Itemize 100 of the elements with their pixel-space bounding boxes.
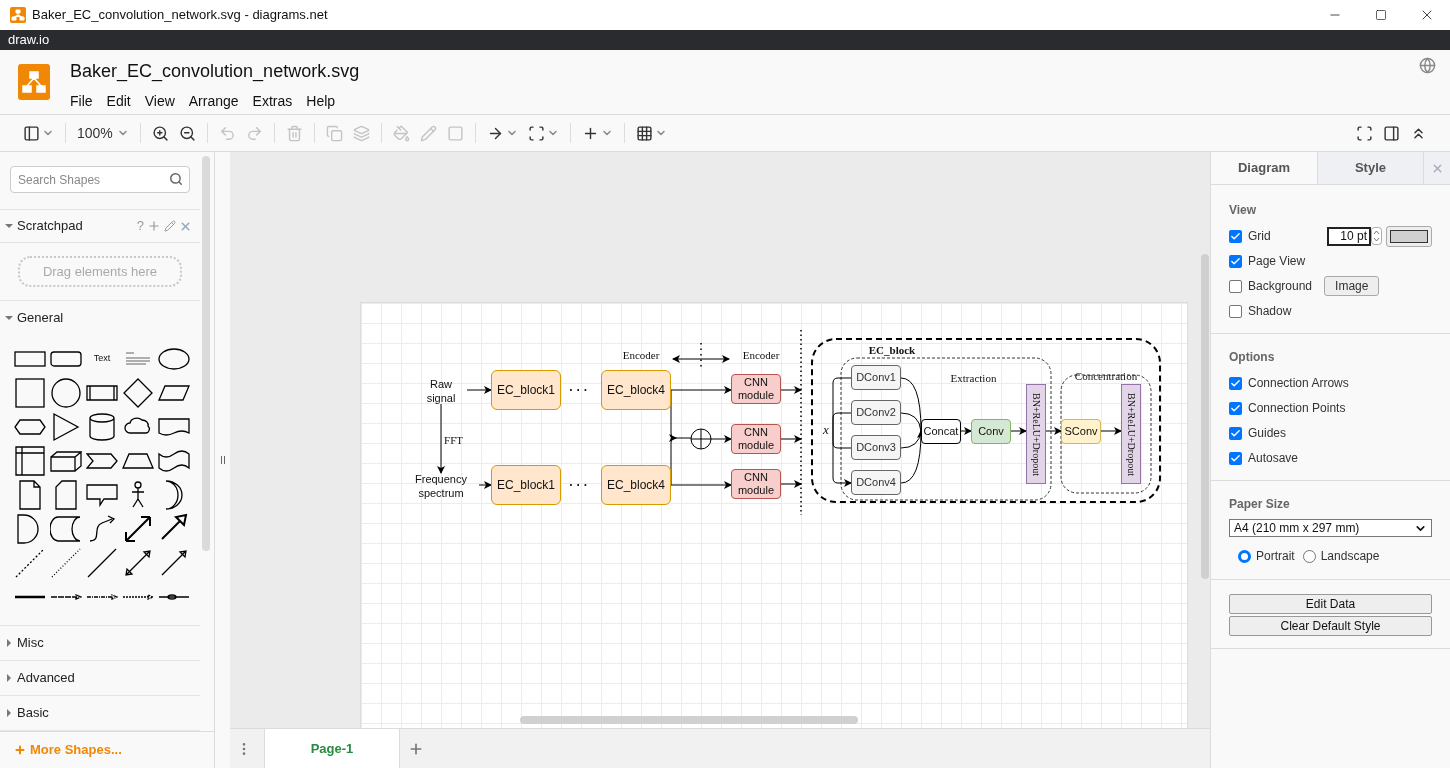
- checkbox[interactable]: [1229, 304, 1242, 318]
- menu-item[interactable]: Help: [304, 91, 338, 112]
- scrollbar-thumb[interactable]: [202, 156, 210, 551]
- diagram-caption: Concentration: [1073, 369, 1139, 383]
- option-label: Background: [1248, 278, 1313, 295]
- circle-icon[interactable]: [50, 376, 82, 409]
- image-button[interactable]: Image: [1324, 276, 1380, 296]
- language-globe-icon[interactable]: [1419, 57, 1436, 74]
- menu-item[interactable]: File: [68, 91, 95, 112]
- app-name: draw.io: [8, 31, 50, 50]
- diagram-node: CNN module: [731, 424, 781, 454]
- connector-arrow: [780, 480, 802, 488]
- paper-size-select[interactable]: A4 (210 mm x 297 mm): [1229, 519, 1432, 537]
- zoom-dropdown[interactable]: 100%: [72, 122, 134, 144]
- radio-button[interactable]: [1238, 549, 1251, 563]
- to-front-icon: [325, 124, 343, 142]
- resize-handle-icon[interactable]: [220, 456, 225, 464]
- section-heading: Paper Size: [1229, 496, 1291, 513]
- menu-item[interactable]: Edit: [104, 91, 133, 112]
- diagram-node: Conv: [971, 419, 1011, 444]
- menu-item[interactable]: Extras: [250, 91, 295, 112]
- radio-button[interactable]: [1302, 549, 1316, 563]
- redo-icon: [245, 124, 263, 142]
- connector-arrow: [478, 481, 492, 489]
- section-heading: View: [1229, 202, 1258, 219]
- diagram-node: DConv1: [851, 365, 901, 390]
- page-tab[interactable]: Page-1: [264, 729, 400, 768]
- section-title[interactable]: General: [17, 307, 64, 328]
- checkbox[interactable]: [1229, 254, 1242, 268]
- check-icon: [1230, 377, 1241, 389]
- connector-arrow: [710, 435, 732, 443]
- undo-icon: [218, 124, 236, 142]
- diagram-text: Raw signal: [425, 378, 457, 403]
- check-icon: [1230, 402, 1241, 414]
- section-title[interactable]: Basic: [17, 702, 49, 723]
- spinner-icon[interactable]: [1371, 227, 1382, 245]
- zoom-in-icon: [151, 124, 169, 142]
- search-field[interactable]: Search Shapes: [10, 166, 190, 193]
- diagram-node: Concat: [921, 419, 961, 444]
- ellipsis-text: · · ·: [568, 383, 589, 397]
- grid-color-button[interactable]: [1386, 225, 1432, 247]
- vertical-scrollbar-thumb[interactable]: [1201, 254, 1209, 579]
- fullscreen-icon: [1356, 124, 1373, 142]
- diagram-caption: FFT: [443, 433, 464, 447]
- option-label: Connection Points: [1248, 400, 1346, 417]
- panel-tab[interactable]: Style: [1317, 152, 1423, 184]
- checkbox[interactable]: [1229, 426, 1242, 440]
- connector-arrow: [780, 386, 802, 394]
- maximize-icon: [1375, 9, 1387, 21]
- drop-area: Drag elements here: [18, 256, 182, 288]
- edit-icon[interactable]: [164, 220, 176, 233]
- grid-size-field[interactable]: 10 pt: [1327, 226, 1371, 246]
- diagram-node: BN+ReLU+Dropout: [1121, 384, 1141, 484]
- radio-label: Portrait: [1256, 548, 1295, 565]
- diamond-icon[interactable]: [122, 376, 154, 409]
- app-logo-icon: [10, 7, 26, 23]
- zoom-out-icon: [178, 124, 196, 142]
- section-title[interactable]: Misc: [17, 632, 44, 653]
- diagram-caption: Encoder: [741, 348, 781, 362]
- dotted-divider: [700, 342, 702, 369]
- document-title[interactable]: Baker_EC_convolution_network.svg: [70, 58, 360, 85]
- diagram-node: DConv4: [851, 470, 901, 495]
- search-icon: [169, 172, 183, 186]
- option-label: Shadow: [1248, 303, 1292, 320]
- double-arrow: [672, 355, 730, 363]
- square-icon[interactable]: [14, 376, 46, 409]
- connector-arrow: [1010, 427, 1027, 435]
- section-title[interactable]: Advanced: [17, 667, 75, 688]
- section-heading: Options: [1229, 349, 1276, 366]
- checkbox[interactable]: [1229, 401, 1242, 415]
- option-label: Grid: [1248, 228, 1271, 245]
- action-button[interactable]: Edit Data: [1229, 594, 1432, 614]
- diagram-node: DConv2: [851, 400, 901, 425]
- action-button[interactable]: Clear Default Style: [1229, 616, 1432, 636]
- internal-storage-icon[interactable]: [14, 444, 46, 477]
- connector-arrow: [1100, 427, 1122, 435]
- window-title: Baker_EC_convolution_network.svg - diagrams.net: [32, 6, 328, 25]
- ellipsis-text: · · ·: [568, 478, 589, 492]
- diagram-title: EC_block: [867, 343, 917, 357]
- fill-color-icon: [392, 124, 410, 142]
- checkbox[interactable]: [1229, 451, 1242, 465]
- menu-item[interactable]: View: [142, 91, 177, 112]
- checkbox[interactable]: [1229, 279, 1242, 293]
- checkbox[interactable]: [1229, 376, 1242, 390]
- menu-item[interactable]: Arrange: [186, 91, 241, 112]
- section-title[interactable]: Scratchpad: [17, 216, 83, 236]
- diagram-node: CNN module: [731, 374, 781, 404]
- radio-label: Landscape: [1320, 548, 1380, 565]
- cylinder-icon[interactable]: [86, 410, 118, 443]
- checkbox[interactable]: [1229, 229, 1242, 243]
- sum-circle: [690, 428, 712, 450]
- horizontal-scrollbar-thumb[interactable]: [520, 716, 858, 724]
- text-shape[interactable]: Text: [93, 351, 111, 366]
- connector-arrow: [437, 403, 445, 474]
- line-icon[interactable]: [86, 546, 118, 579]
- diagram-caption: Extraction: [949, 371, 998, 385]
- check-icon: [1230, 452, 1241, 464]
- diagram-node: CNN module: [731, 469, 781, 499]
- diagram-node: EC_block1: [491, 370, 561, 410]
- diagram-node: BN+ReLU+Dropout: [1026, 384, 1046, 484]
